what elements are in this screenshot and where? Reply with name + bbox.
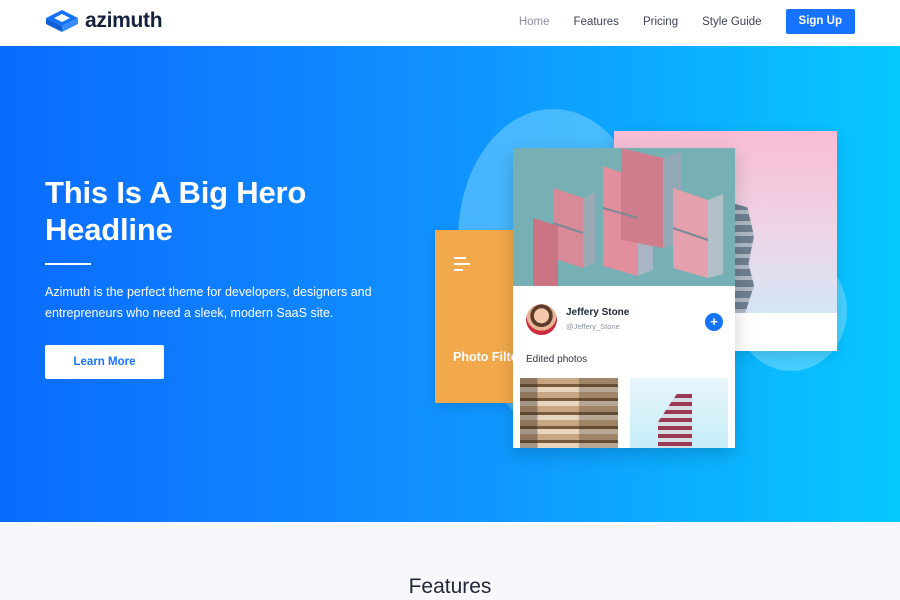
navbar: azimuth Home Features Pricing Style Guid… <box>0 0 900 46</box>
nav-home[interactable]: Home <box>519 10 550 34</box>
photo-filter-card: Photo Filter Orange <box>435 230 519 403</box>
photo-filter-title: Photo Filter Orange <box>453 350 519 364</box>
profile-handle: @Jeffery_Stone <box>566 322 620 331</box>
nav-features[interactable]: Features <box>574 10 619 34</box>
brand-name: azimuth <box>85 9 163 32</box>
learn-more-button[interactable]: Learn More <box>45 345 164 379</box>
sign-up-button[interactable]: Sign Up <box>785 9 855 34</box>
tower-image <box>658 394 692 448</box>
edited-photos-label: Edited photos <box>526 354 588 365</box>
azimuth-logo-icon <box>46 10 78 32</box>
main-nav: Home Features Pricing Style Guide Sign U… <box>519 9 855 34</box>
hero-headline: This Is A Big Hero Headline <box>45 175 307 247</box>
hero-description: Azimuth is the perfect theme for develop… <box>45 285 372 320</box>
avatar <box>526 304 557 335</box>
building-image <box>732 203 754 313</box>
logo[interactable]: azimuth <box>45 9 163 33</box>
nav-style-guide[interactable]: Style Guide <box>702 10 761 34</box>
profile-card: Jeffery Stone @Jeffery_Stone + Edited ph… <box>513 148 735 448</box>
follow-plus-button[interactable]: + <box>705 313 723 331</box>
features-heading: Features <box>408 575 492 598</box>
photo-thumbnail[interactable] <box>520 378 618 448</box>
hero-divider <box>45 263 91 265</box>
nav-pricing[interactable]: Pricing <box>643 10 678 34</box>
profile-name: Jeffery Stone <box>566 307 630 318</box>
architecture-photo <box>513 148 735 286</box>
hero-section: This Is A Big Hero Headline Azimuth is t… <box>0 46 900 522</box>
photo-thumbnail[interactable] <box>630 378 728 448</box>
features-section: Features <box>0 522 900 600</box>
menu-icon <box>454 257 470 271</box>
